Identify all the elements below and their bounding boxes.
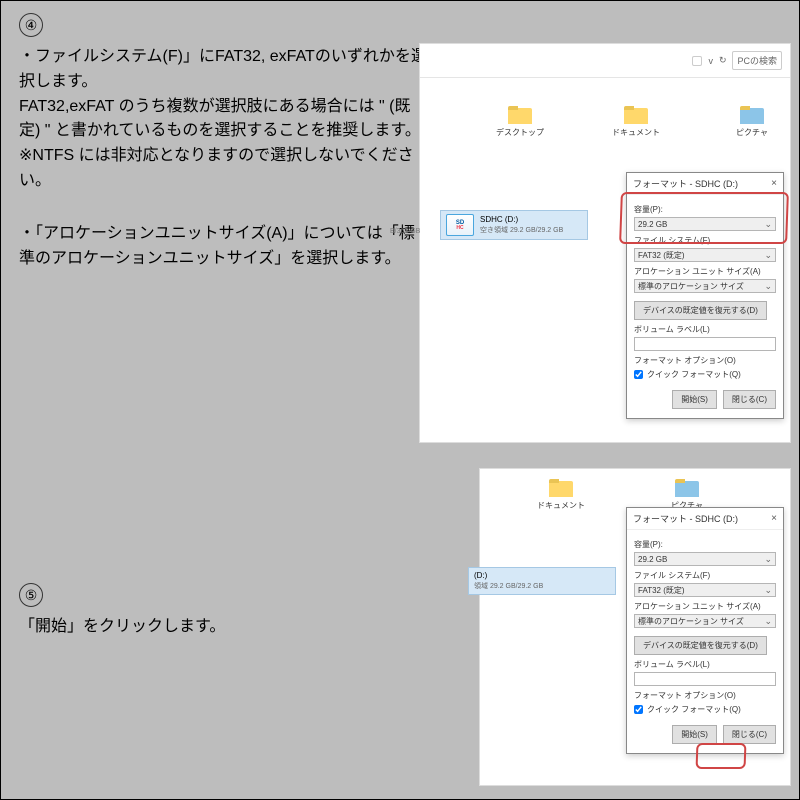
quick-format-check[interactable] xyxy=(634,370,643,379)
au-label: アロケーション ユニット サイズ(A) xyxy=(634,266,776,277)
start-button-2[interactable]: 開始(S) xyxy=(672,725,717,744)
quick-format-checkbox[interactable]: クイック フォーマット(Q) xyxy=(634,369,776,380)
nav-box[interactable] xyxy=(692,56,702,66)
quick-format-text-2: クイック フォーマット(Q) xyxy=(647,704,741,715)
volume-label: ボリューム ラベル(L) xyxy=(634,324,776,335)
folder-label: ドキュメント xyxy=(606,127,666,138)
folder-icon xyxy=(508,106,532,124)
screenshot-step5: ドキュメント ピクチャ (D:) 領域 29.2 GB/29.2 GB フォーマ… xyxy=(479,468,791,786)
search-input[interactable]: PCの検索 xyxy=(732,51,782,70)
capacity-label: 容量(P): xyxy=(634,204,776,215)
drive-item[interactable]: SDHC SDHC (D:) 空き領域 29.2 GB/29.2 GB xyxy=(440,210,588,240)
drive-name: SDHC (D:) xyxy=(480,215,563,224)
capacity-select-2[interactable]: 29.2 GB xyxy=(634,552,776,566)
fs-select[interactable]: FAT32 (既定) xyxy=(634,248,776,262)
dialog-title: フォーマット - SDHC (D:) xyxy=(633,177,738,190)
capacity-select[interactable]: 29.2 GB xyxy=(634,217,776,231)
drive-name-2: (D:) xyxy=(474,571,543,580)
close-icon[interactable]: × xyxy=(771,178,777,189)
step5-text: 「開始」をクリックします。 xyxy=(1,615,441,640)
format-options-label: フォーマット オプション(O) xyxy=(634,355,776,366)
storage-text: B/361 GB xyxy=(390,228,420,235)
format-dialog: フォーマット - SDHC (D:) × 容量(P): 29.2 GB ファイル… xyxy=(626,172,784,419)
close-icon[interactable]: × xyxy=(771,513,777,524)
quick-format-checkbox-2[interactable]: クイック フォーマット(Q) xyxy=(634,704,776,715)
folder-label: ドキュメント xyxy=(528,500,594,511)
screenshot-step4: v ↻ PCの検索 デスクトップ ドキュメント ピクチャ B/361 GB SD… xyxy=(419,43,791,443)
au-label-2: アロケーション ユニット サイズ(A) xyxy=(634,601,776,612)
au-select-2[interactable]: 標準のアロケーション サイズ xyxy=(634,614,776,628)
folder-documents[interactable]: ドキュメント xyxy=(606,106,666,138)
folder-icon xyxy=(549,479,573,497)
dialog-titlebar: フォーマット - SDHC (D:) × xyxy=(627,173,783,195)
close-button-2[interactable]: 閉じる(C) xyxy=(723,725,776,744)
dialog-title-2: フォーマット - SDHC (D:) xyxy=(633,512,738,525)
nav-v: v xyxy=(708,56,713,66)
explorer-toolbar: v ↻ PCの検索 xyxy=(420,44,790,78)
restore-defaults-button-2[interactable]: デバイスの既定値を復元する(D) xyxy=(634,636,767,655)
volume-input-2[interactable] xyxy=(634,672,776,686)
folder-icon xyxy=(740,106,764,124)
folder-label: ピクチャ xyxy=(722,127,782,138)
fs-select-2[interactable]: FAT32 (既定) xyxy=(634,583,776,597)
au-select[interactable]: 標準のアロケーション サイズ xyxy=(634,279,776,293)
folder-desktop[interactable]: デスクトップ xyxy=(490,106,550,138)
restore-defaults-button[interactable]: デバイスの既定値を復元する(D) xyxy=(634,301,767,320)
dialog-titlebar-2: フォーマット - SDHC (D:) × xyxy=(627,508,783,530)
drive-item-2[interactable]: (D:) 領域 29.2 GB/29.2 GB xyxy=(468,567,616,595)
folder-icon xyxy=(675,479,699,497)
step-number-5: ⑤ xyxy=(19,583,43,607)
quick-format-text: クイック フォーマット(Q) xyxy=(647,369,741,380)
step-number-4: ④ xyxy=(19,13,43,37)
start-button[interactable]: 開始(S) xyxy=(672,390,717,409)
capacity-label-2: 容量(P): xyxy=(634,539,776,550)
fs-label: ファイル システム(F) xyxy=(634,235,776,246)
step4-text-b: ・「アロケーションユニットサイズ(A)」については「標準のアロケーションユニット… xyxy=(1,222,441,272)
folders-row: デスクトップ ドキュメント ピクチャ xyxy=(428,106,782,138)
volume-label-2: ボリューム ラベル(L) xyxy=(634,659,776,670)
drive-free: 空き領域 29.2 GB/29.2 GB xyxy=(480,225,563,235)
fs-label-2: ファイル システム(F) xyxy=(634,570,776,581)
volume-input[interactable] xyxy=(634,337,776,351)
folder-pictures[interactable]: ピクチャ xyxy=(722,106,782,138)
folder-icon xyxy=(624,106,648,124)
drive-free-2: 領域 29.2 GB/29.2 GB xyxy=(474,581,543,591)
refresh-icon[interactable]: ↻ xyxy=(719,55,727,66)
step4-text-a: ・ファイルシステム(F)」にFAT32, exFATのいずれかを選択します。 F… xyxy=(1,45,441,194)
format-options-label-2: フォーマット オプション(O) xyxy=(634,690,776,701)
folder-label: デスクトップ xyxy=(490,127,550,138)
close-button[interactable]: 閉じる(C) xyxy=(723,390,776,409)
sdhc-icon: SDHC xyxy=(446,214,474,236)
folder-documents2[interactable]: ドキュメント xyxy=(528,479,594,511)
quick-format-check-2[interactable] xyxy=(634,705,643,714)
format-dialog-2: フォーマット - SDHC (D:) × 容量(P): 29.2 GB ファイル… xyxy=(626,507,784,754)
